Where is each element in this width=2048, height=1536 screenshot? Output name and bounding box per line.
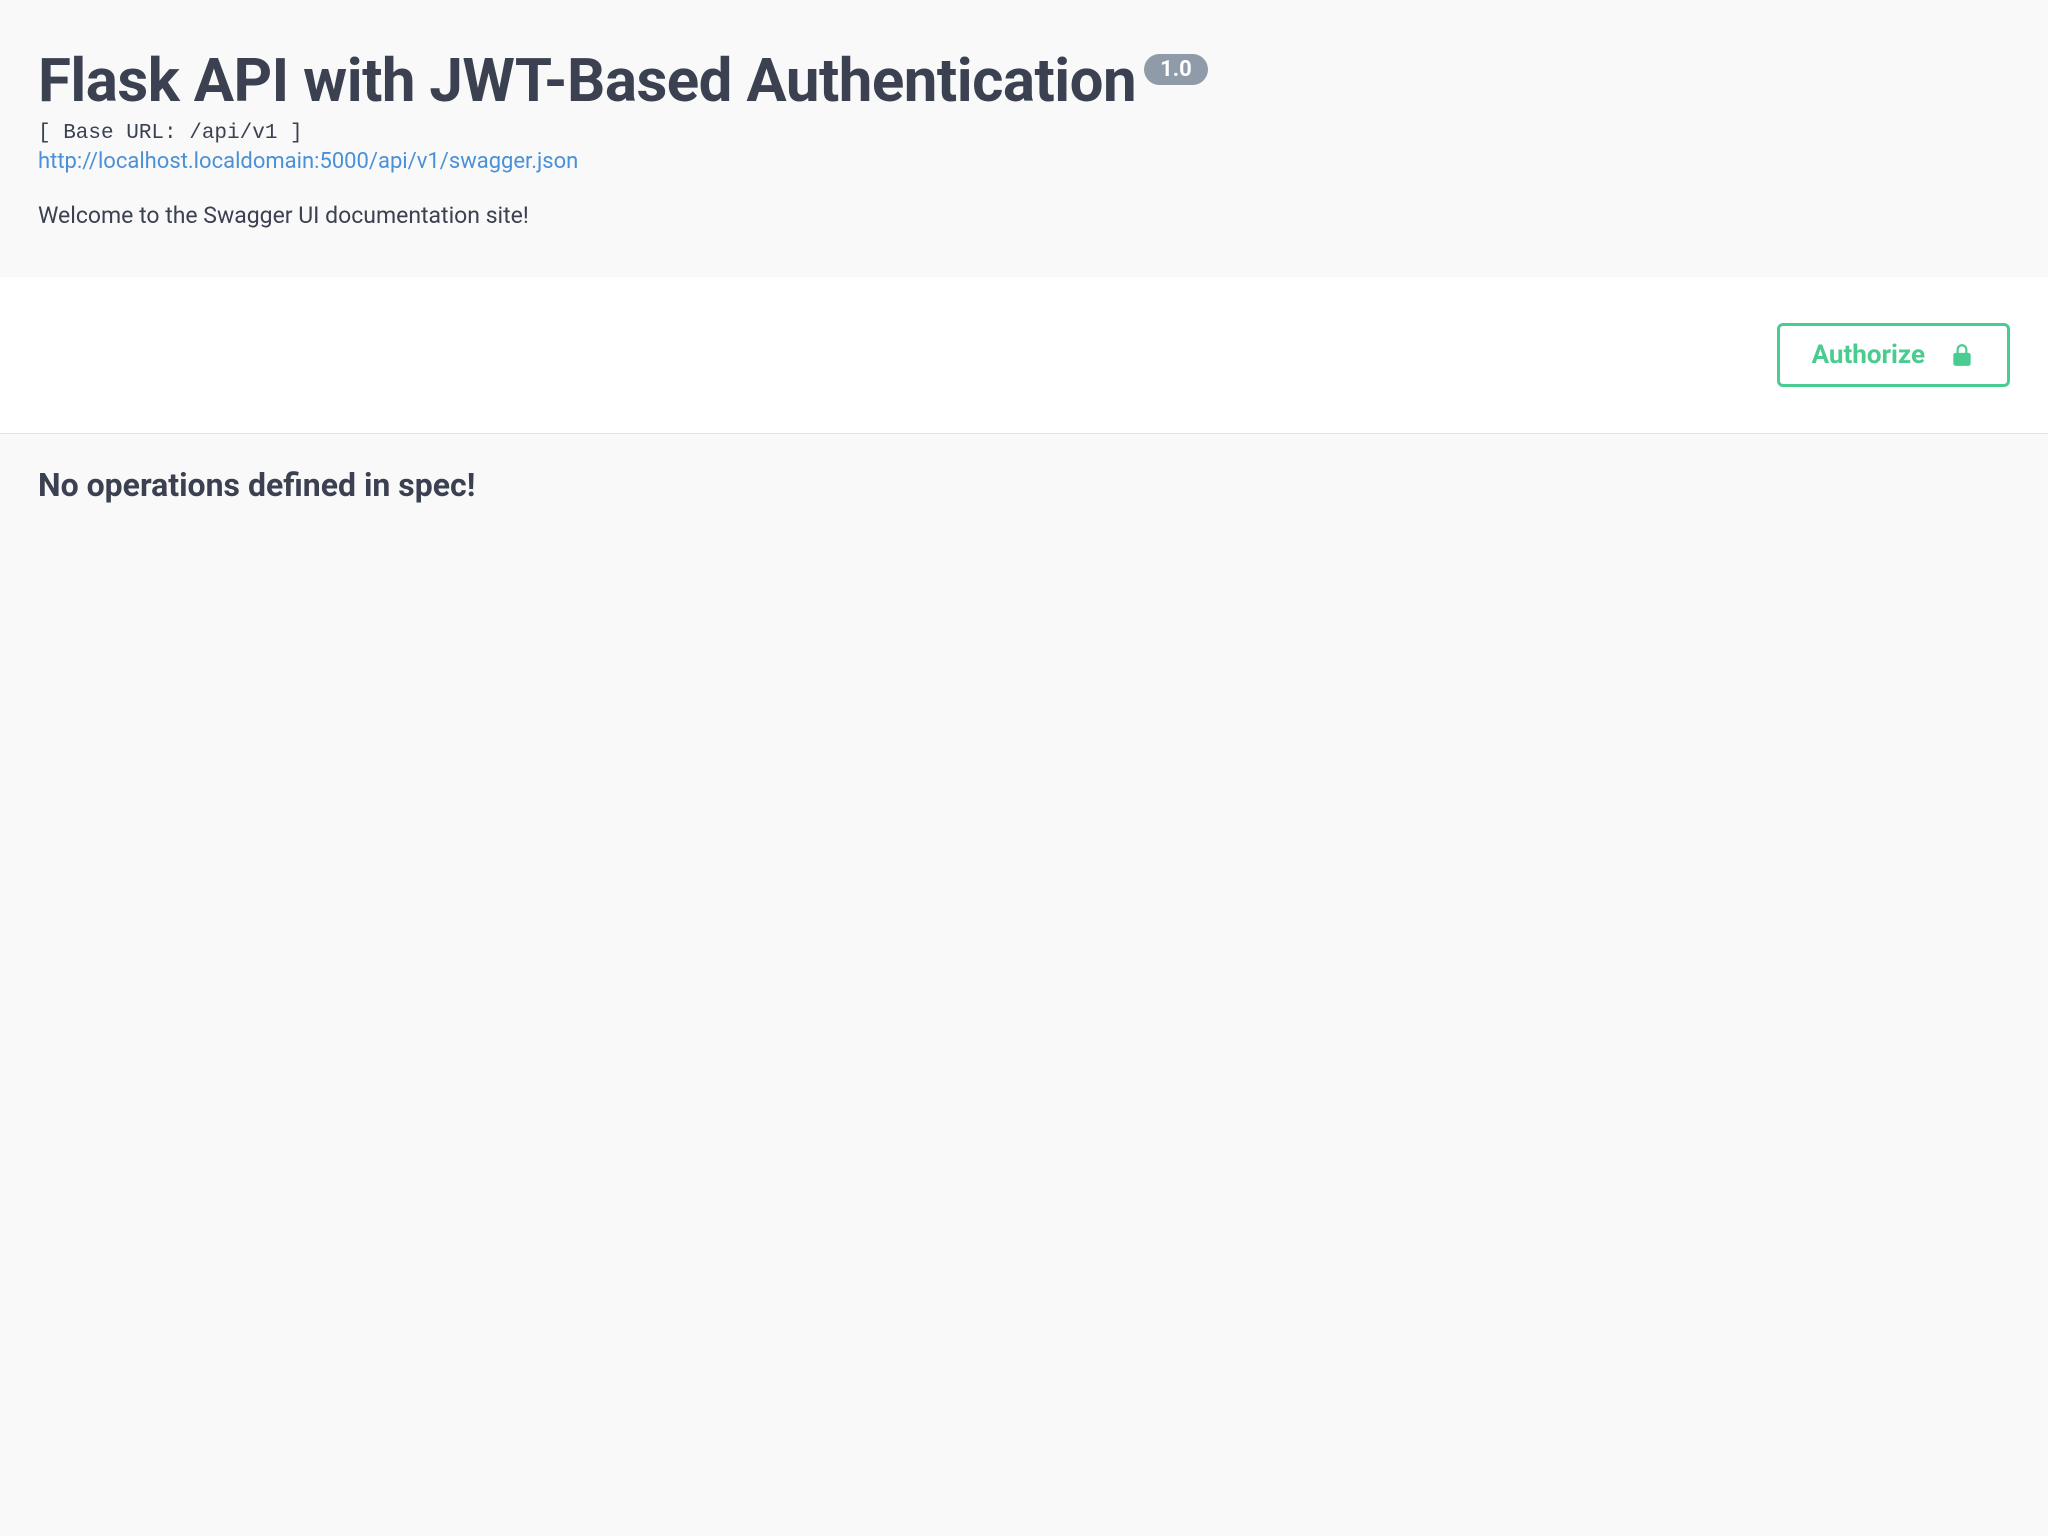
no-operations-message: No operations defined in spec! xyxy=(38,466,2010,504)
api-title: Flask API with JWT-Based Authentication xyxy=(38,48,1136,114)
authorize-button[interactable]: Authorize xyxy=(1777,323,2010,387)
swagger-json-link[interactable]: http://localhost.localdomain:5000/api/v1… xyxy=(38,149,2010,174)
version-badge: 1.0 xyxy=(1144,54,1208,85)
auth-section: Authorize xyxy=(0,277,2048,434)
content-section: No operations defined in spec! xyxy=(0,434,2048,536)
title-row: Flask API with JWT-Based Authentication … xyxy=(38,48,2010,114)
api-header-section: Flask API with JWT-Based Authentication … xyxy=(0,0,2048,277)
lock-icon xyxy=(1949,341,1975,369)
api-description: Welcome to the Swagger UI documentation … xyxy=(38,202,2010,229)
base-url-label: [ Base URL: /api/v1 ] xyxy=(38,122,2010,145)
authorize-button-label: Authorize xyxy=(1812,340,1925,370)
